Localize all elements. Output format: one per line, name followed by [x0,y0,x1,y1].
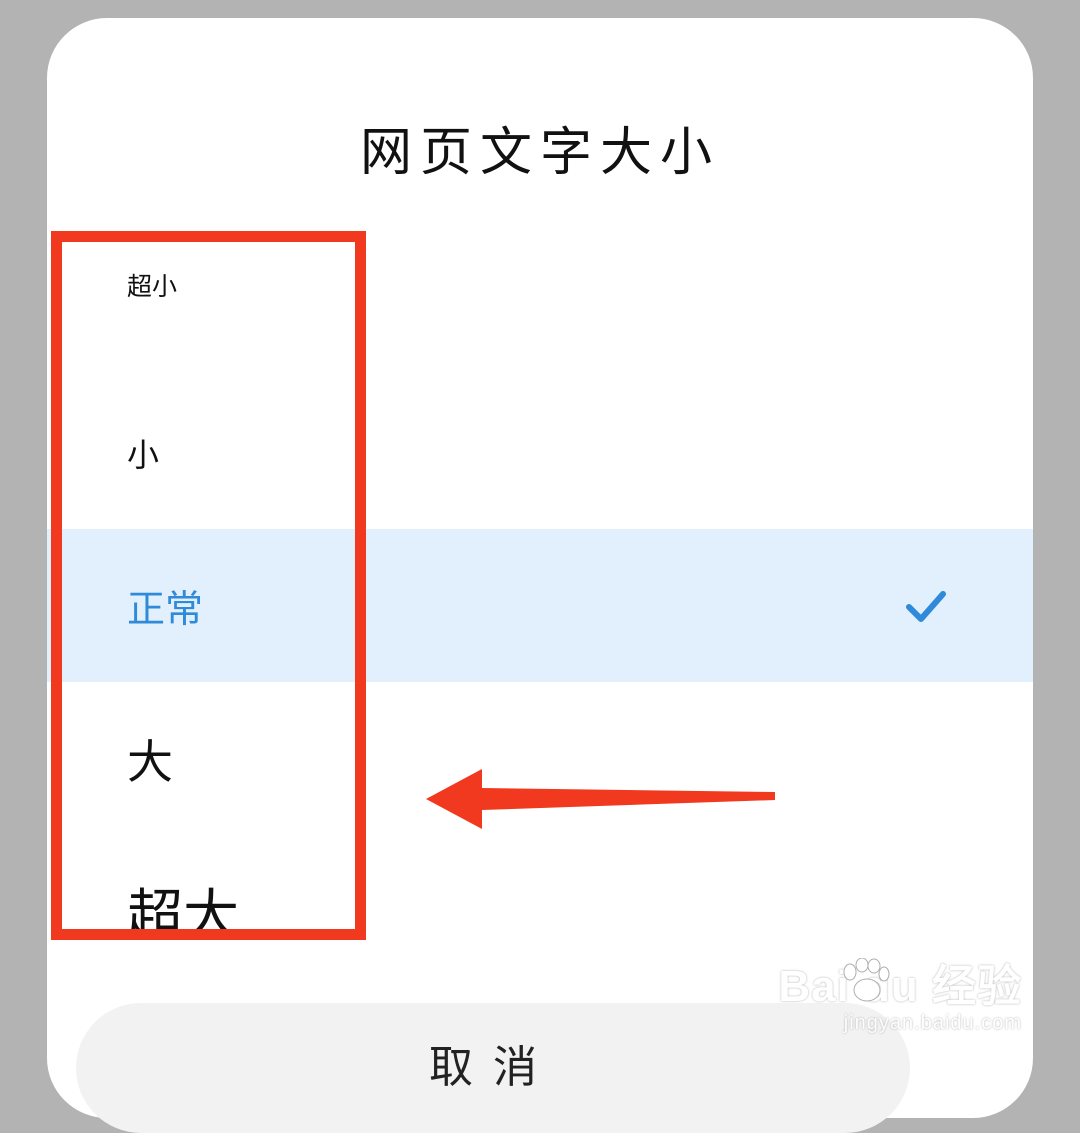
watermark-url: jingyan.baidu.com [843,1012,1022,1034]
dialog-title: 网页文字大小 [359,123,720,183]
annotation-highlight-box [51,231,366,940]
check-icon [906,590,946,622]
baidu-watermark: Bai du 经验 jingyan.baidu.com [778,958,1022,1035]
paw-icon [843,958,890,1002]
watermark-brand: Bai du 经验 [778,962,1022,1011]
arrow-left-icon [426,769,775,829]
